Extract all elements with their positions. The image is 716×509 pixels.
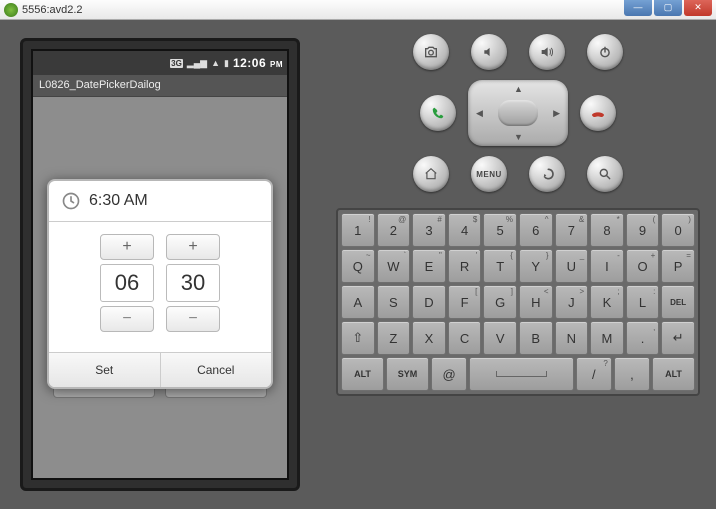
status-bar: 3G ▂▄▆ ▲ ▮ 12:06 PM (33, 51, 287, 75)
volume-down-button[interactable] (471, 34, 507, 70)
key-p[interactable]: P= (661, 249, 695, 283)
power-button[interactable] (587, 34, 623, 70)
key-m[interactable]: M (590, 321, 624, 355)
key-8[interactable]: 8* (590, 213, 624, 247)
controls-panel: ▲ ▼ ◀ ▶ MENU (320, 20, 716, 509)
key-y[interactable]: Y} (519, 249, 553, 283)
key-j[interactable]: J> (555, 285, 589, 319)
signal-icon: ▂▄▆ (187, 58, 207, 69)
dpad-right[interactable]: ▶ (553, 108, 560, 119)
key-f[interactable]: F[ (448, 285, 482, 319)
dpad-center[interactable] (498, 100, 538, 126)
key-3[interactable]: 3# (412, 213, 446, 247)
key-n[interactable]: N (555, 321, 589, 355)
dialog-cancel-button[interactable]: Cancel (161, 353, 272, 387)
key-6[interactable]: 6^ (519, 213, 553, 247)
dpad-left[interactable]: ◀ (476, 108, 483, 119)
home-button[interactable] (413, 156, 449, 192)
dialog-set-button[interactable]: Set (49, 353, 161, 387)
key-x[interactable]: X (412, 321, 446, 355)
emulator-favicon (4, 3, 18, 17)
key-a[interactable]: A (341, 285, 375, 319)
key-u[interactable]: U_ (555, 249, 589, 283)
key-shift[interactable]: ⇧ (341, 321, 375, 355)
minute-column: + 30 − (166, 234, 220, 332)
key-s[interactable]: S (377, 285, 411, 319)
key-5[interactable]: 5% (483, 213, 517, 247)
key-slash[interactable]: /? (576, 357, 612, 391)
time-picker-dialog: 6:30 AM + 06 − + 30 − (47, 179, 273, 389)
app-title: L0826_DatePickerDailog (33, 75, 287, 97)
status-time-value: 12:06 (233, 56, 266, 70)
dpad-up[interactable]: ▲ (514, 84, 523, 94)
clock-icon (61, 191, 81, 211)
key-2[interactable]: 2@ (377, 213, 411, 247)
camera-button[interactable] (413, 34, 449, 70)
key-0[interactable]: 0) (661, 213, 695, 247)
minute-minus-button[interactable]: − (166, 306, 220, 332)
key-b[interactable]: B (519, 321, 553, 355)
hour-field[interactable]: 06 (100, 264, 154, 302)
key-w[interactable]: W` (377, 249, 411, 283)
key-z[interactable]: Z (377, 321, 411, 355)
menu-button[interactable]: MENU (471, 156, 507, 192)
window-minimize-button[interactable]: — (624, 0, 652, 16)
dialog-header: 6:30 AM (49, 181, 271, 222)
hour-column: + 06 − (100, 234, 154, 332)
key-space[interactable] (469, 357, 574, 391)
key-9[interactable]: 9( (626, 213, 660, 247)
key-sym[interactable]: SYM (386, 357, 429, 391)
key-comma[interactable]: , (614, 357, 650, 391)
key-7[interactable]: 7& (555, 213, 589, 247)
key-alt-right[interactable]: ALT (652, 357, 695, 391)
dpad-down[interactable]: ▼ (514, 132, 523, 142)
wifi-icon: ▲ (211, 58, 220, 68)
window-maximize-button[interactable]: ▢ (654, 0, 682, 16)
key-c[interactable]: C (448, 321, 482, 355)
phone-panel: 3G ▂▄▆ ▲ ▮ 12:06 PM L0826_DatePickerDail… (0, 20, 320, 509)
key-alt-left[interactable]: ALT (341, 357, 384, 391)
key-enter[interactable]: ↵ (661, 321, 695, 355)
key-1[interactable]: 1! (341, 213, 375, 247)
minute-field[interactable]: 30 (166, 264, 220, 302)
phone-screen: 3G ▂▄▆ ▲ ▮ 12:06 PM L0826_DatePickerDail… (31, 49, 289, 480)
key-4[interactable]: 4$ (448, 213, 482, 247)
phone-frame: 3G ▂▄▆ ▲ ▮ 12:06 PM L0826_DatePickerDail… (20, 38, 300, 491)
battery-icon: ▮ (224, 58, 229, 69)
key-r[interactable]: R' (448, 249, 482, 283)
status-time-ampm: PM (270, 60, 283, 69)
key-k[interactable]: K; (590, 285, 624, 319)
key-l[interactable]: L: (626, 285, 660, 319)
dpad[interactable]: ▲ ▼ ◀ ▶ (468, 80, 568, 146)
key-g[interactable]: G] (483, 285, 517, 319)
key-e[interactable]: E" (412, 249, 446, 283)
hardware-buttons: ▲ ▼ ◀ ▶ MENU (336, 34, 700, 192)
window-titlebar: 5556:avd2.2 — ▢ ✕ (0, 0, 716, 20)
key-q[interactable]: Q~ (341, 249, 375, 283)
window-title: 5556:avd2.2 (22, 4, 83, 16)
key-d[interactable]: D (412, 285, 446, 319)
volume-up-button[interactable] (529, 34, 565, 70)
end-call-button[interactable] (580, 95, 616, 131)
key-o[interactable]: O+ (626, 249, 660, 283)
call-button[interactable] (420, 95, 456, 131)
key-v[interactable]: V (483, 321, 517, 355)
key-del[interactable]: DEL (661, 285, 695, 319)
key-h[interactable]: H< (519, 285, 553, 319)
search-button[interactable] (587, 156, 623, 192)
window-close-button[interactable]: ✕ (684, 0, 712, 16)
key-at[interactable]: @ (431, 357, 467, 391)
hour-plus-button[interactable]: + (100, 234, 154, 260)
back-button[interactable] (529, 156, 565, 192)
key-i[interactable]: I- (590, 249, 624, 283)
keyboard: 1!2@3#4$5%6^7&8*9(0) Q~W`E"R'T{Y}U_I-O+P… (336, 208, 700, 396)
key-.[interactable]: ., (626, 321, 660, 355)
key-t[interactable]: T{ (483, 249, 517, 283)
dialog-title: 6:30 AM (89, 192, 148, 210)
network-icon: 3G (170, 59, 183, 68)
hour-minus-button[interactable]: − (100, 306, 154, 332)
status-time: 12:06 PM (233, 56, 283, 70)
minute-plus-button[interactable]: + (166, 234, 220, 260)
